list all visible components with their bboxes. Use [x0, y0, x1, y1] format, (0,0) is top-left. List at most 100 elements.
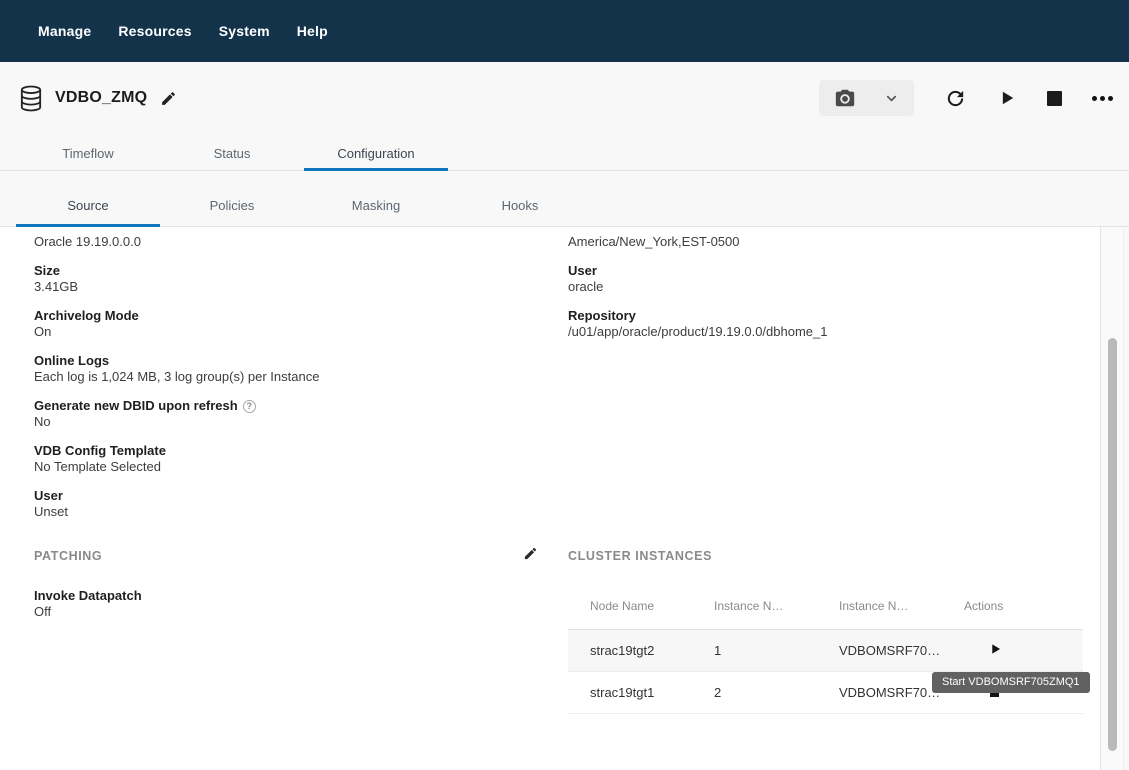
cell-instance-number: 2: [714, 685, 839, 700]
field-timezone: America/New_York,EST-0500: [568, 234, 1083, 250]
field-value: America/New_York,EST-0500: [568, 234, 1083, 250]
field-online-logs: Online Logs Each log is 1,024 MB, 3 log …: [34, 353, 534, 385]
nav-item-system[interactable]: System: [219, 23, 270, 39]
database-icon: [20, 85, 42, 112]
pencil-icon: [523, 546, 538, 561]
refresh-icon: [944, 87, 967, 110]
cell-node-name: strac19tgt1: [568, 685, 714, 700]
col-header-instance-number: Instance N…: [714, 599, 839, 613]
patching-heading: PATCHING: [34, 548, 549, 564]
field-value: Off: [34, 604, 549, 620]
start-vdb-button[interactable]: [997, 88, 1017, 108]
play-icon: [997, 88, 1017, 108]
col-header-node-name: Node Name: [568, 599, 714, 613]
source-config-panel: Oracle 19.19.0.0.0 Size 3.41GB Archivelo…: [0, 227, 1100, 770]
tab-label: Policies: [210, 198, 255, 213]
col-header-actions: Actions: [964, 599, 1083, 613]
page-title: VDBO_ZMQ: [55, 89, 147, 107]
tab-label: Configuration: [337, 146, 414, 161]
source-fields-right: America/New_York,EST-0500 User oracle Re…: [568, 227, 1083, 353]
cell-actions: [964, 643, 1083, 658]
primary-tabs: Timeflow Status Configuration: [0, 134, 1129, 171]
tab-source[interactable]: Source: [16, 171, 160, 226]
cluster-instances-table: Node Name Instance N… Instance N… Action…: [568, 583, 1083, 714]
ellipsis-icon: [1092, 96, 1113, 101]
field-label: Repository: [568, 308, 1083, 324]
field-db-version: Oracle 19.19.0.0.0: [34, 234, 534, 250]
camera-icon: [834, 87, 856, 109]
pencil-icon: [160, 90, 177, 107]
cluster-instances-section: CLUSTER INSTANCES Node Name Instance N… …: [568, 548, 1083, 714]
page: Manage Resources System Help VDBO_ZMQ: [0, 0, 1129, 770]
field-label: Invoke Datapatch: [34, 588, 549, 604]
cell-instance-number: 1: [714, 643, 839, 658]
scrollbar-thumb[interactable]: [1108, 338, 1117, 751]
field-label: Size: [34, 263, 534, 279]
field-value: Each log is 1,024 MB, 3 log group(s) per…: [34, 369, 534, 385]
field-label-text: Generate new DBID upon refresh: [34, 398, 238, 413]
field-user-left: User Unset: [34, 488, 534, 520]
tab-masking[interactable]: Masking: [304, 171, 448, 226]
col-header-instance-name: Instance N…: [839, 599, 964, 613]
field-value: Oracle 19.19.0.0.0: [34, 234, 534, 250]
top-nav: Manage Resources System Help: [0, 0, 1129, 62]
field-invoke-datapatch: Invoke Datapatch Off: [34, 588, 549, 620]
field-value: No: [34, 414, 534, 430]
stop-vdb-button[interactable]: [1047, 91, 1062, 106]
source-fields-left: Oracle 19.19.0.0.0 Size 3.41GB Archivelo…: [34, 227, 534, 533]
tab-policies[interactable]: Policies: [160, 171, 304, 226]
field-value: 3.41GB: [34, 279, 534, 295]
tab-status[interactable]: Status: [160, 134, 304, 170]
edit-patching-button[interactable]: [523, 546, 538, 561]
field-value: On: [34, 324, 534, 340]
field-vdb-config-template: VDB Config Template No Template Selected: [34, 443, 534, 475]
table-row: strac19tgt2 1 VDBOMSRF70…: [568, 630, 1083, 672]
tab-configuration[interactable]: Configuration: [304, 134, 448, 170]
field-archivelog-mode: Archivelog Mode On: [34, 308, 534, 340]
nav-item-help[interactable]: Help: [297, 23, 328, 39]
field-label: Online Logs: [34, 353, 534, 369]
tab-label: Status: [214, 146, 251, 161]
vertical-scrollbar[interactable]: [1100, 227, 1124, 770]
cluster-instances-heading: CLUSTER INSTANCES: [568, 548, 1083, 564]
field-value: oracle: [568, 279, 1083, 295]
chevron-down-icon[interactable]: [884, 91, 899, 106]
nav-item-manage[interactable]: Manage: [38, 23, 91, 39]
patching-section: PATCHING Invoke Datapatch Off: [34, 548, 549, 633]
tab-label: Hooks: [502, 198, 539, 213]
cell-instance-name: VDBOMSRF70…: [839, 643, 964, 658]
field-generate-dbid: Generate new DBID upon refresh? No: [34, 398, 534, 430]
tab-label: Masking: [352, 198, 400, 213]
secondary-tabs: Source Policies Masking Hooks: [0, 171, 1129, 227]
tab-timeflow[interactable]: Timeflow: [16, 134, 160, 170]
title-group: VDBO_ZMQ: [20, 79, 177, 117]
stop-icon: [1047, 91, 1062, 106]
cell-node-name: strac19tgt2: [568, 643, 714, 658]
refresh-button[interactable]: [944, 87, 967, 110]
snapshot-split-button[interactable]: [819, 80, 914, 116]
tab-label: Timeflow: [62, 146, 114, 161]
field-repository: Repository /u01/app/oracle/product/19.19…: [568, 308, 1083, 340]
field-size: Size 3.41GB: [34, 263, 534, 295]
help-icon[interactable]: ?: [243, 400, 256, 413]
page-header: VDBO_ZMQ: [0, 62, 1129, 134]
tab-hooks[interactable]: Hooks: [448, 171, 592, 226]
tab-label: Source: [67, 198, 108, 213]
field-label: Generate new DBID upon refresh?: [34, 398, 534, 414]
field-value: Unset: [34, 504, 534, 520]
nav-item-resources[interactable]: Resources: [118, 23, 191, 39]
more-actions-button[interactable]: [1092, 96, 1113, 101]
start-instance-tooltip: Start VDBOMSRF705ZMQ1: [932, 672, 1090, 693]
table-header-row: Node Name Instance N… Instance N… Action…: [568, 583, 1083, 630]
field-user-right: User oracle: [568, 263, 1083, 295]
edit-title-button[interactable]: [160, 90, 177, 107]
field-value: No Template Selected: [34, 459, 534, 475]
field-label: Archivelog Mode: [34, 308, 534, 324]
play-icon: [990, 643, 1001, 655]
field-value: /u01/app/oracle/product/19.19.0.0/dbhome…: [568, 324, 1083, 340]
field-label: User: [568, 263, 1083, 279]
field-label: VDB Config Template: [34, 443, 534, 459]
start-instance-button[interactable]: [990, 643, 1001, 655]
action-toolbar: [819, 79, 1113, 117]
field-label: User: [34, 488, 534, 504]
